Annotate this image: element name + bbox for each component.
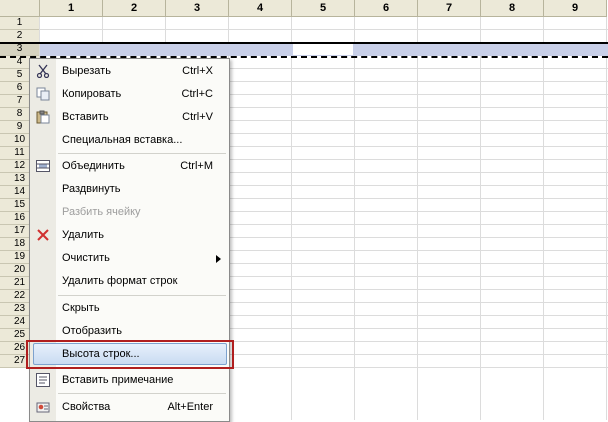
menu-item-merge[interactable]: Объединить Ctrl+M	[30, 155, 229, 178]
scissors-icon	[36, 64, 50, 79]
menu-item-shortcut: Ctrl+X	[182, 65, 213, 77]
grid-line	[543, 17, 544, 420]
highlight-annotation-box	[26, 340, 234, 369]
grid-line	[606, 17, 607, 420]
note-icon	[36, 373, 50, 387]
row-header[interactable]: 1	[0, 17, 40, 30]
column-header[interactable]: 5	[292, 0, 355, 17]
menu-item-paste[interactable]: Вставить Ctrl+V	[30, 106, 229, 129]
merge-cells-icon	[36, 159, 50, 173]
selected-row-active-cell[interactable]	[293, 44, 353, 55]
submenu-arrow-icon	[216, 255, 221, 263]
grid-line	[291, 17, 292, 420]
paste-icon	[36, 110, 50, 124]
menu-item-label: Очистить	[62, 252, 110, 264]
menu-separator	[58, 295, 226, 296]
menu-item-delete-row-format[interactable]: Удалить формат строк	[30, 270, 229, 293]
menu-item-label: Отобразить	[62, 325, 122, 337]
menu-item-split-cell: Разбить ячейку	[30, 201, 229, 224]
menu-item-label: Удалить	[62, 229, 104, 241]
selection-top-border	[0, 42, 608, 44]
menu-item-hide[interactable]: Скрыть	[30, 297, 229, 320]
menu-item-clear[interactable]: Очистить	[30, 247, 229, 270]
menu-item-unmerge[interactable]: Раздвинуть	[30, 178, 229, 201]
menu-item-shortcut: Alt+Enter	[167, 401, 213, 413]
column-header[interactable]: 4	[229, 0, 292, 17]
sheet-corner[interactable]	[0, 0, 40, 17]
grid-line	[480, 17, 481, 420]
menu-item-shortcut: Ctrl+M	[180, 160, 213, 172]
menu-separator	[58, 153, 226, 154]
properties-icon	[36, 400, 50, 414]
grid-line	[417, 17, 418, 420]
column-header[interactable]: 7	[418, 0, 481, 17]
column-header[interactable]: 2	[103, 0, 166, 17]
menu-item-label: Копировать	[62, 88, 122, 100]
column-header[interactable]: 6	[355, 0, 418, 17]
column-header[interactable]: 9	[544, 0, 607, 17]
menu-item-label: Свойства	[62, 401, 111, 413]
grid-line	[354, 17, 355, 420]
column-header[interactable]: 8	[481, 0, 544, 17]
menu-item-label: Раздвинуть	[62, 183, 121, 195]
grid-line	[40, 29, 608, 30]
menu-item-cut[interactable]: Вырезать Ctrl+X	[30, 60, 229, 83]
menu-item-label: Вставить примечание	[62, 374, 174, 386]
menu-item-delete[interactable]: Удалить	[30, 224, 229, 247]
menu-item-paste-special[interactable]: Специальная вставка...	[30, 129, 229, 152]
menu-item-shortcut: Ctrl+C	[181, 88, 213, 100]
menu-item-shortcut: Ctrl+V	[182, 111, 213, 123]
menu-item-label: Скрыть	[62, 302, 100, 314]
menu-item-label: Объединить	[62, 160, 125, 172]
delete-x-icon	[36, 228, 50, 242]
row-header[interactable]: 3	[0, 43, 40, 56]
menu-item-label: Вырезать	[62, 65, 111, 77]
menu-item-label: Вставить	[62, 111, 109, 123]
menu-item-properties[interactable]: Свойства Alt+Enter	[30, 396, 229, 419]
column-header[interactable]: 1	[40, 0, 103, 17]
menu-separator	[58, 393, 226, 394]
copy-icon	[36, 87, 50, 101]
menu-item-label: Удалить формат строк	[62, 275, 178, 287]
menu-item-label: Специальная вставка...	[62, 134, 183, 146]
menu-item-copy[interactable]: Копировать Ctrl+C	[30, 83, 229, 106]
menu-item-insert-note[interactable]: Вставить примечание	[30, 369, 229, 392]
menu-item-label: Разбить ячейку	[62, 206, 141, 218]
column-header[interactable]: 3	[166, 0, 229, 17]
